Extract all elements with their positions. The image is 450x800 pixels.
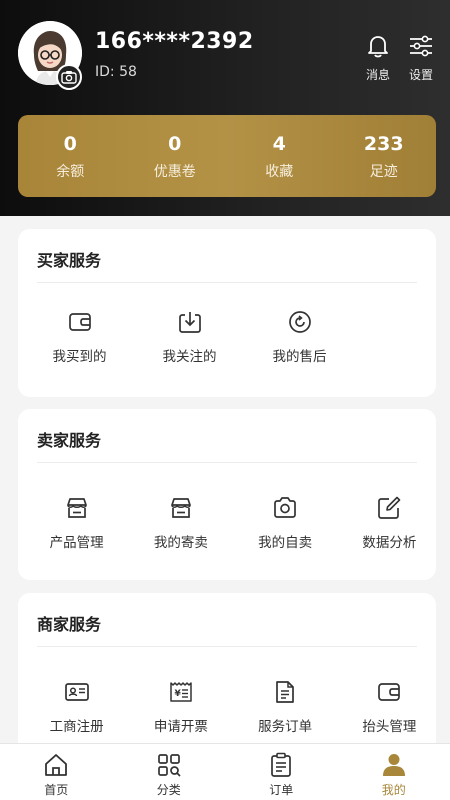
- divider: [37, 282, 417, 283]
- service-label: 申请开票: [153, 719, 208, 735]
- service-item-self-sale[interactable]: 我的自卖: [239, 495, 332, 551]
- stat-label: 收藏: [265, 164, 294, 180]
- tab-orders[interactable]: 订单: [225, 744, 338, 800]
- tab-label: 订单: [269, 783, 294, 797]
- bottom-tab-bar: 首页 分类 订单 我的: [0, 743, 450, 800]
- stat-history[interactable]: 233 足迹: [332, 115, 437, 197]
- user-id: ID: 58: [95, 64, 137, 80]
- tab-label: 首页: [44, 783, 69, 797]
- stat-value: 233: [363, 133, 404, 155]
- messages-label: 消息: [365, 68, 390, 82]
- sliders-icon: [410, 35, 432, 57]
- service-item-service-orders[interactable]: 服务订单: [239, 679, 332, 735]
- service-label: 工商注册: [49, 719, 104, 735]
- service-item-after-sales[interactable]: 我的售后: [250, 309, 349, 365]
- profile-header: 166****2392 ID: 58 消息 设置 0 余额 0 优惠卷 4 收藏…: [0, 0, 450, 216]
- stats-panel: 0 余额 0 优惠卷 4 收藏 233 足迹: [18, 115, 436, 197]
- service-label: 我的售后: [272, 349, 327, 365]
- service-item-consignment[interactable]: 我的寄卖: [134, 495, 227, 551]
- settings-button[interactable]: 设置: [403, 33, 439, 83]
- section-title: 商家服务: [37, 615, 102, 634]
- bell-icon: [368, 36, 388, 58]
- stat-label: 优惠卷: [153, 164, 196, 180]
- home-icon: [45, 754, 68, 776]
- tab-label: 我的: [381, 783, 406, 797]
- stat-label: 足迹: [369, 164, 398, 180]
- invoice-icon: ¥: [170, 682, 192, 702]
- wallet-icon: [378, 683, 401, 701]
- messages-button[interactable]: 消息: [360, 33, 396, 83]
- stat-coupons[interactable]: 0 优惠卷: [123, 115, 228, 197]
- stat-value: 0: [63, 133, 77, 155]
- service-item-product-management[interactable]: 产品管理: [30, 495, 123, 551]
- section-title: 买家服务: [37, 251, 102, 270]
- document-icon: [276, 681, 294, 703]
- service-item-invoice-request[interactable]: ¥ 申请开票: [134, 679, 227, 735]
- wallet-icon: [68, 313, 91, 331]
- change-avatar-button[interactable]: [56, 64, 82, 90]
- service-item-following[interactable]: 我关注的: [140, 309, 239, 365]
- stat-favorites[interactable]: 4 收藏: [227, 115, 332, 197]
- settings-label: 设置: [408, 68, 433, 82]
- service-item-business-registration[interactable]: 工商注册: [30, 679, 123, 735]
- stat-label: 余额: [56, 164, 85, 180]
- camera-icon: [274, 497, 296, 518]
- service-label: 数据分析: [362, 535, 417, 551]
- download-box-icon: [178, 312, 201, 333]
- clipboard-icon: [271, 752, 292, 777]
- stat-balance[interactable]: 0 余额: [18, 115, 123, 197]
- service-label: 抬头管理: [362, 719, 417, 735]
- edit-icon: [378, 496, 401, 519]
- service-label: 我的自卖: [258, 535, 313, 551]
- service-item-data-analysis[interactable]: 数据分析: [343, 495, 436, 551]
- camera-icon: [61, 71, 77, 84]
- svg-text:¥: ¥: [174, 689, 181, 699]
- service-label: 我买到的: [52, 349, 107, 365]
- merchant-services-card: 商家服务 工商注册 ¥ 申请开票 服务订单 抬头管理: [18, 593, 436, 753]
- buyer-services-card: 买家服务 我买到的 我关注的 我的售后: [18, 229, 436, 397]
- tab-home[interactable]: 首页: [0, 744, 113, 800]
- service-item-purchased[interactable]: 我买到的: [30, 309, 129, 365]
- service-label: 服务订单: [258, 719, 313, 735]
- id-card-icon: [64, 683, 89, 701]
- section-title: 卖家服务: [37, 431, 102, 450]
- tab-category[interactable]: 分类: [113, 744, 226, 800]
- service-label: 我的寄卖: [153, 535, 208, 551]
- store-icon: [66, 498, 87, 518]
- store-icon: [171, 498, 191, 518]
- divider: [37, 646, 417, 647]
- service-label: 产品管理: [49, 535, 104, 551]
- stat-value: 4: [272, 133, 286, 155]
- username: 166****2392: [95, 29, 254, 54]
- stat-value: 0: [168, 133, 182, 155]
- refresh-circle-icon: [288, 311, 311, 333]
- seller-services-card: 卖家服务 产品管理 我的寄卖 我的自卖 数据分析: [18, 409, 436, 580]
- service-label: 我关注的: [162, 349, 217, 365]
- tab-mine[interactable]: 我的: [338, 744, 450, 800]
- person-icon: [382, 754, 405, 776]
- tab-label: 分类: [156, 783, 181, 797]
- divider: [37, 462, 417, 463]
- service-item-invoice-title-management[interactable]: 抬头管理: [343, 679, 436, 735]
- category-icon: [157, 754, 181, 777]
